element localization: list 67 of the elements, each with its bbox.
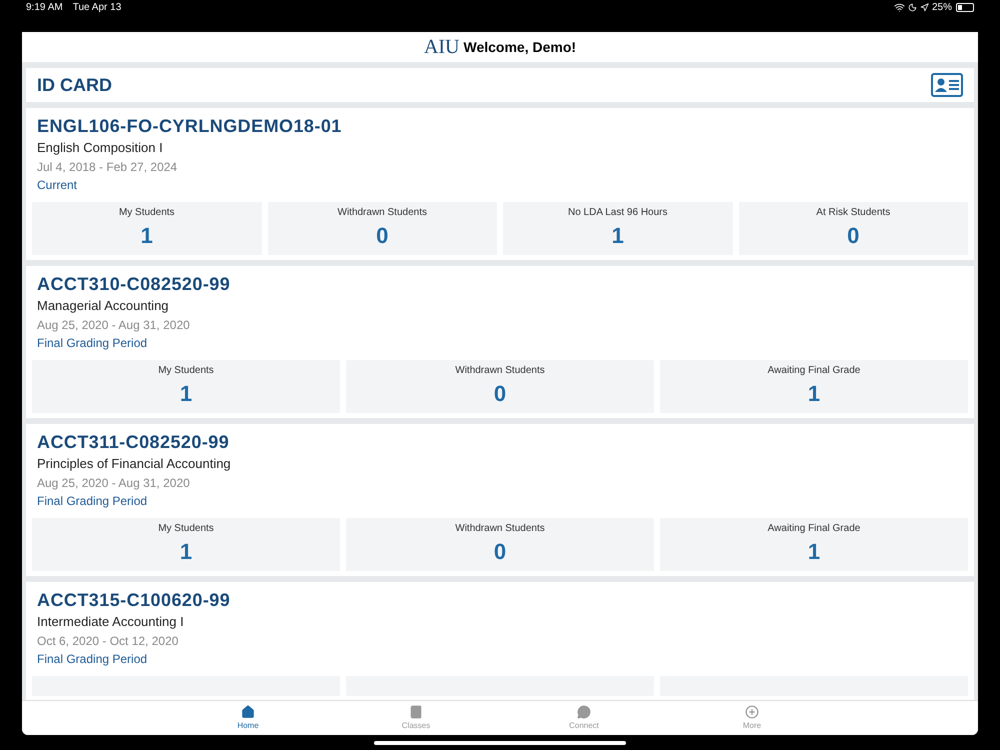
stat-label: Awaiting Final Grade [768,364,860,378]
course-dates: Oct 6, 2020 - Oct 12, 2020 [37,633,178,650]
course-dates: Jul 4, 2018 - Feb 27, 2024 [37,159,178,176]
stat-tile[interactable]: My Students 1 [32,518,340,571]
id-card-label: ID CARD [37,74,112,96]
stat-tile[interactable]: My Students 1 [32,360,340,413]
id-card-icon[interactable] [931,73,963,97]
book-icon [409,704,423,718]
stat-label: Withdrawn Students [455,522,545,536]
course-card[interactable]: ACCT315-C100620-99 Intermediate Accounting I Oct 6, 2020 - Oct 12, 2020 Final Grading Period [26,582,974,700]
course-name: Managerial Accounting [37,297,169,315]
course-dates: Aug 25, 2020 - Aug 31, 2020 [37,475,190,492]
stat-label: No LDA Last 96 Hours [568,206,668,220]
course-status: Final Grading Period [37,493,148,510]
battery-percent: 25% [932,1,952,15]
stat-value: 0 [494,380,506,408]
stat-tile[interactable]: Withdrawn Students 0 [346,360,654,413]
course-code: ACCT310-C082520-99 [37,273,230,296]
stat-tile[interactable]: Awaiting Final Grade 1 [660,518,968,571]
course-status: Final Grading Period [37,651,148,668]
stat-label: My Students [118,206,175,220]
course-card[interactable]: ACCT311-C082520-99 Principles of Financial Accounting Aug 25, 2020 - Aug 31, 2020 Final Grading Period My Students 1 Withdrawn Students 0 Awaiting Final Grade 1 [26,424,974,576]
status-date: Tue Apr 13 [72,1,122,15]
stat-tile[interactable]: No LDA Last 96 Hours 1 [503,202,732,255]
course-code: ENGL106-FO-CYRLNGDEMO18-01 [37,115,342,138]
status-time: 9:19 AM [26,1,63,15]
stat-label: Withdrawn Students [338,206,427,220]
course-card[interactable]: ENGL106-FO-CYRLNGDEMO18-01 English Composition I Jul 4, 2018 - Feb 27, 2024 Current My Students 1 Withdrawn Students 0 No LDA Last 96 Hours 1 At Risk Students 0 [26,108,974,260]
stat-value: 1 [180,538,192,566]
stat-value: 1 [808,538,820,566]
course-code: ACCT311-C082520-99 [37,431,230,454]
course-name: Intermediate Accounting I [37,613,184,631]
course-name: Principles of Financial Accounting [37,455,231,473]
course-card[interactable]: ACCT310-C082520-99 Managerial Accounting Aug 25, 2020 - Aug 31, 2020 Final Grading Period My Students 1 Withdrawn Students 0 Awaiting Final Grade 1 [26,266,974,418]
id-card-bar[interactable]: ID CARD [26,68,974,102]
course-dates: Aug 25, 2020 - Aug 31, 2020 [37,317,190,334]
stat-value: 0 [494,538,506,566]
header-title: Welcome, Demo! [464,38,576,56]
location-icon [920,3,929,12]
home-icon [241,704,255,718]
course-status: Final Grading Period [37,335,148,352]
tab-button[interactable]: Home [164,701,332,735]
plus-circle-icon [745,704,759,718]
stat-label: My Students [158,522,214,536]
stat-label: My Students [158,364,214,378]
stat-value: 1 [612,222,624,250]
stat-value: 1 [140,222,153,250]
stat-value: 0 [376,222,388,250]
stat-tile[interactable]: Withdrawn Students 0 [346,518,654,571]
stat-value: 0 [847,222,860,250]
stat-tile[interactable]: Withdrawn Students 0 [268,202,497,255]
moon-icon [908,3,917,12]
stat-tile[interactable]: At Risk Students 0 [738,202,968,255]
course-status: Current [37,177,78,194]
stat-label: Withdrawn Students [455,364,545,378]
stat-tile[interactable]: My Students 1 [32,202,262,255]
stat-value: 1 [180,380,192,408]
battery-icon [956,3,974,12]
stat-label: At Risk Students [816,206,890,220]
brand-logo: AIU [424,35,460,60]
course-code: ACCT315-C100620-99 [37,589,230,612]
wifi-icon [894,2,905,13]
stat-value: 1 [808,380,820,408]
chat-bubble-icon [577,704,591,718]
stat-label: Awaiting Final Grade [768,522,860,536]
stat-tile[interactable]: Awaiting Final Grade 1 [660,360,968,413]
course-name: English Composition I [37,139,163,157]
